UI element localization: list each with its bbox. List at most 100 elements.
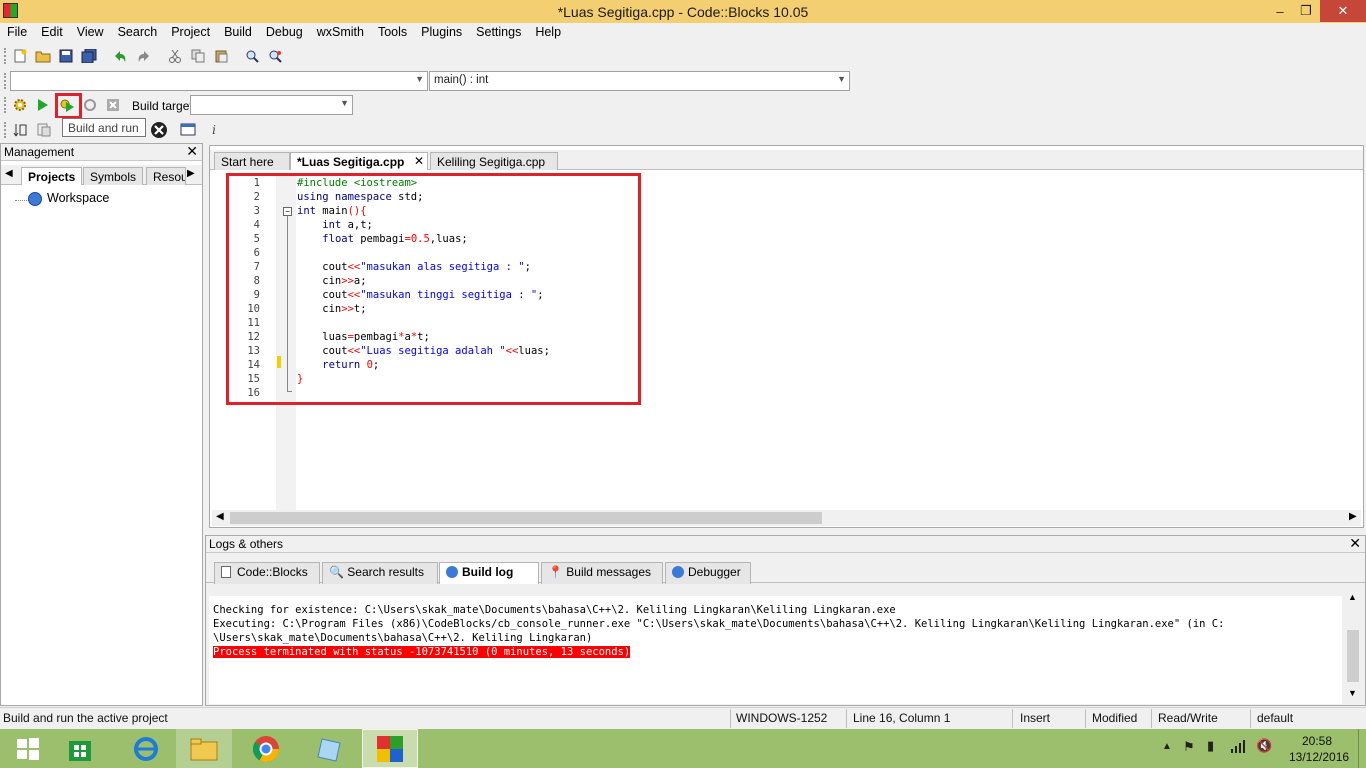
copy-icon[interactable] <box>190 48 206 64</box>
save-all-icon[interactable] <box>81 48 97 64</box>
menu-wxsmith[interactable]: wxSmith <box>310 23 371 39</box>
build-and-run-tooltip: Build and run <box>62 118 146 137</box>
run-play-icon[interactable] <box>35 97 51 113</box>
build-and-run-highlight <box>55 93 82 119</box>
debugging-windows-icon[interactable] <box>180 122 196 138</box>
tab-projects[interactable]: Projects <box>21 167 83 185</box>
scroll-right-icon[interactable]: ▶ <box>1349 511 1357 522</box>
run-to-cursor-icon[interactable] <box>12 122 28 138</box>
redo-icon[interactable] <box>136 48 152 64</box>
stop-debugger-icon[interactable] <box>150 121 168 139</box>
scrollbar-thumb[interactable] <box>230 512 822 524</box>
status-bar: Build and run the active project WINDOWS… <box>0 707 1366 729</box>
open-folder-icon[interactable] <box>35 48 51 64</box>
codeblocks-taskbar-icon[interactable] <box>362 729 418 768</box>
tab-debugger[interactable]: Debugger <box>665 562 751 584</box>
scroll-tabs-right-icon[interactable]: ▶ <box>187 168 195 179</box>
toolbar-grip[interactable] <box>4 97 7 113</box>
tree-item-workspace[interactable]: Workspace <box>47 191 109 205</box>
menu-bar: File Edit View Search Project Build Debug wxSmi… <box>0 23 1366 43</box>
show-desktop-button[interactable] <box>1358 729 1366 768</box>
clock-date[interactable]: 13/12/2016 <box>1289 750 1349 764</box>
toolbar-grip[interactable] <box>4 122 7 138</box>
menu-tools[interactable]: Tools <box>371 23 414 39</box>
find-icon[interactable] <box>244 48 260 64</box>
rebuild-icon[interactable] <box>82 97 98 113</box>
tab-search-results[interactable]: 🔍 Search results <box>322 562 438 584</box>
volume-muted-icon[interactable]: 🔇 <box>1256 738 1272 754</box>
cut-icon[interactable] <box>167 48 183 64</box>
tab-start-here[interactable]: Start here <box>214 152 290 170</box>
management-panel: Management ✕ ◀ Projects Symbols Resou ▶ W… <box>0 143 203 706</box>
menu-file[interactable]: File <box>0 23 34 39</box>
info-icon[interactable]: i <box>206 122 222 138</box>
maximize-button[interactable]: ❐ <box>1294 0 1318 22</box>
pin-icon: 📍 <box>548 565 563 579</box>
close-panel-icon[interactable]: ✕ <box>186 143 198 160</box>
close-button[interactable]: ✕ <box>1320 0 1366 22</box>
management-tabs: ◀ Projects Symbols Resou ▶ <box>1 165 202 185</box>
window-title: *Luas Segitiga.cpp - Code::Blocks 10.05 <box>557 4 809 20</box>
flag-icon[interactable]: ⚑ <box>1183 739 1195 755</box>
menu-edit[interactable]: Edit <box>34 23 70 39</box>
abort-icon[interactable] <box>105 97 121 113</box>
internet-explorer-icon[interactable] <box>118 729 174 768</box>
paste-icon[interactable] <box>213 48 229 64</box>
menu-project[interactable]: Project <box>164 23 217 39</box>
replace-icon[interactable] <box>267 48 283 64</box>
next-line-icon[interactable] <box>36 122 52 138</box>
scroll-left-icon[interactable]: ◀ <box>216 511 224 522</box>
toolbar-grip[interactable] <box>4 48 7 64</box>
battery-icon[interactable]: ▮ <box>1207 738 1214 754</box>
minimize-button[interactable]: – <box>1268 0 1292 22</box>
menu-view[interactable]: View <box>70 23 111 39</box>
logs-header: Logs & others ✕ <box>206 535 1365 553</box>
tab-codeblocks-log[interactable]: Code::Blocks <box>214 562 320 584</box>
file-explorer-icon[interactable] <box>176 729 232 768</box>
tab-build-log[interactable]: Build log✕ <box>439 562 554 584</box>
close-logs-icon[interactable]: ✕ <box>1349 535 1361 552</box>
menu-build[interactable]: Build <box>217 23 259 39</box>
undo-icon[interactable] <box>112 48 128 64</box>
chevron-down-icon: ▼ <box>837 74 846 84</box>
store-icon[interactable] <box>52 729 108 768</box>
taskbar: ▲ ⚑ ▮ 🔇 20:58 13/12/2016 <box>0 729 1366 768</box>
scope-combo[interactable]: ▼ <box>10 71 428 91</box>
build-log-text[interactable]: Checking for existence: C:\Users\skak_ma… <box>209 596 1342 704</box>
scrollbar-thumb[interactable] <box>1347 630 1359 682</box>
show-hidden-icons-icon[interactable]: ▲ <box>1162 741 1172 752</box>
save-icon[interactable] <box>58 48 74 64</box>
menu-help[interactable]: Help <box>528 23 568 39</box>
notepad-icon[interactable] <box>302 729 358 768</box>
menu-plugins[interactable]: Plugins <box>414 23 469 39</box>
scroll-down-icon[interactable]: ▼ <box>1348 688 1357 698</box>
status-separator <box>1012 709 1013 728</box>
vertical-scrollbar[interactable]: ▲ ▼ <box>1345 590 1361 702</box>
clock-time[interactable]: 20:58 <box>1302 734 1332 748</box>
note-icon <box>221 566 231 578</box>
toolbar-grip[interactable] <box>4 73 7 89</box>
build-gear-icon[interactable] <box>12 97 28 113</box>
chevron-down-icon: ▼ <box>415 74 424 84</box>
tab-resources[interactable]: Resou <box>146 167 186 185</box>
tab-luas-segitiga[interactable]: *Luas Segitiga.cpp ✕ <box>290 152 428 170</box>
new-file-icon[interactable] <box>12 48 28 64</box>
function-combo[interactable]: main() : int ▼ <box>429 71 850 91</box>
menu-settings[interactable]: Settings <box>469 23 528 39</box>
scroll-tabs-left-icon[interactable]: ◀ <box>5 168 13 179</box>
tab-symbols[interactable]: Symbols <box>83 167 144 185</box>
scroll-up-icon[interactable]: ▲ <box>1348 592 1357 602</box>
network-icon[interactable] <box>1230 739 1246 753</box>
chrome-icon[interactable] <box>238 729 294 768</box>
log-line: Executing: C:\Program Files (x86)\CodeBl… <box>213 618 1225 630</box>
status-separator <box>1250 709 1251 728</box>
menu-search[interactable]: Search <box>111 23 165 39</box>
start-button[interactable] <box>0 729 56 768</box>
close-tab-icon[interactable]: ✕ <box>414 154 424 168</box>
status-mode: Insert <box>1020 711 1051 725</box>
tab-keliling-segitiga[interactable]: Keliling Segitiga.cpp <box>430 152 558 170</box>
menu-debug[interactable]: Debug <box>259 23 310 39</box>
horizontal-scrollbar[interactable]: ◀ ▶ <box>212 510 1361 526</box>
build-target-combo[interactable]: ▼ <box>190 95 353 115</box>
tab-build-messages[interactable]: 📍 Build messages <box>541 562 663 584</box>
